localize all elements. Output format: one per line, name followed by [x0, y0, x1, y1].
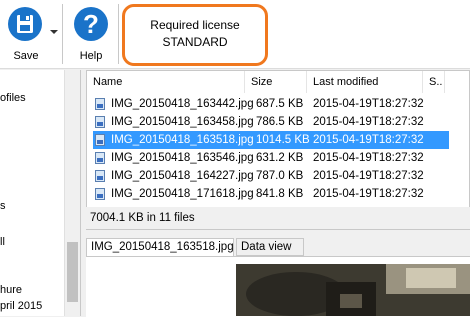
chevron-down-icon [50, 30, 58, 34]
tree-item[interactable]: s [0, 200, 6, 212]
image-file-icon [95, 152, 105, 164]
file-summary: 7004.1 KB in 11 files [86, 207, 470, 229]
folder-tree[interactable]: ofiles s ll hure pril 2015 [0, 70, 81, 316]
column-header-name[interactable]: Name [87, 71, 245, 93]
file-size: 841.8 KB [256, 188, 304, 200]
preview-tabs: IMG_20150418_163518.jpg Data view [86, 238, 470, 256]
file-size: 786.5 KB [256, 116, 304, 128]
image-file-icon [95, 188, 105, 200]
license-caption: Required license [150, 18, 240, 32]
tree-item[interactable]: pril 2015 [0, 300, 42, 312]
file-name: IMG_20150418_163442.jpg [111, 98, 254, 110]
file-size: 787.0 KB [256, 170, 304, 182]
file-modified: 2015-04-19T18:27:32 [313, 170, 424, 182]
image-file-icon [95, 98, 105, 110]
toolbar-separator [62, 4, 63, 64]
help-label: Help [79, 50, 103, 62]
tree-scrollbar[interactable] [64, 70, 80, 316]
file-name: IMG_20150418_163518.jpg [111, 134, 254, 146]
save-dropdown-button[interactable] [48, 0, 60, 68]
tree-item[interactable]: hure [0, 284, 22, 296]
file-modified: 2015-04-19T18:27:32 [313, 188, 424, 200]
table-row[interactable]: IMG_20150418_163458.jpg 786.5 KB 2015-04… [93, 113, 449, 131]
file-size: 1014.5 KB [256, 134, 310, 146]
svg-text:?: ? [83, 9, 99, 39]
file-modified: 2015-04-19T18:27:32 [313, 116, 424, 128]
license-level: STANDARD [162, 35, 228, 49]
table-row[interactable]: IMG_20150418_171618.jpg 841.8 KB 2015-04… [93, 185, 449, 203]
file-modified: 2015-04-19T18:27:32 [313, 98, 424, 110]
column-header-s[interactable]: S.. [423, 71, 445, 93]
file-name: IMG_20150418_163546.jpg [111, 152, 254, 164]
file-name: IMG_20150418_171618.jpg [111, 188, 254, 200]
tree-item[interactable]: ll [0, 236, 5, 248]
save-label: Save [13, 50, 39, 62]
toolbar-separator [118, 4, 119, 64]
question-mark-icon: ? [73, 6, 109, 45]
license-indicator: Required license STANDARD [122, 4, 268, 66]
table-row-selected[interactable]: IMG_20150418_163518.jpg 1014.5 KB 2015-0… [93, 131, 449, 149]
scrollbar-thumb[interactable] [67, 242, 78, 302]
tab-file-preview[interactable]: IMG_20150418_163518.jpg [86, 238, 234, 256]
save-button[interactable]: Save [0, 0, 52, 68]
tree-item[interactable]: ofiles [0, 92, 26, 104]
tab-data-view[interactable]: Data view [236, 238, 304, 256]
column-header-modified[interactable]: Last modified [307, 71, 423, 93]
file-name: IMG_20150418_163458.jpg [111, 116, 254, 128]
file-modified: 2015-04-19T18:27:32 [313, 152, 424, 164]
file-size: 687.5 KB [256, 98, 304, 110]
file-list[interactable]: Name Size Last modified S.. IMG_20150418… [86, 70, 470, 230]
image-file-icon [95, 170, 105, 182]
help-button[interactable]: ? Help [66, 0, 116, 68]
column-header-size[interactable]: Size [245, 71, 307, 93]
table-row[interactable]: IMG_20150418_163546.jpg 631.2 KB 2015-04… [93, 149, 449, 167]
floppy-disk-icon [7, 6, 43, 45]
file-size: 631.2 KB [256, 152, 304, 164]
photo-preview [236, 264, 470, 316]
image-file-icon [95, 116, 105, 128]
file-name: IMG_20150418_164227.jpg [111, 170, 254, 182]
image-file-icon [95, 134, 105, 146]
file-modified: 2015-04-19T18:27:32 [313, 134, 424, 146]
table-row[interactable]: IMG_20150418_163442.jpg 687.5 KB 2015-04… [93, 95, 449, 113]
table-row[interactable]: IMG_20150418_164227.jpg 787.0 KB 2015-04… [93, 167, 449, 185]
